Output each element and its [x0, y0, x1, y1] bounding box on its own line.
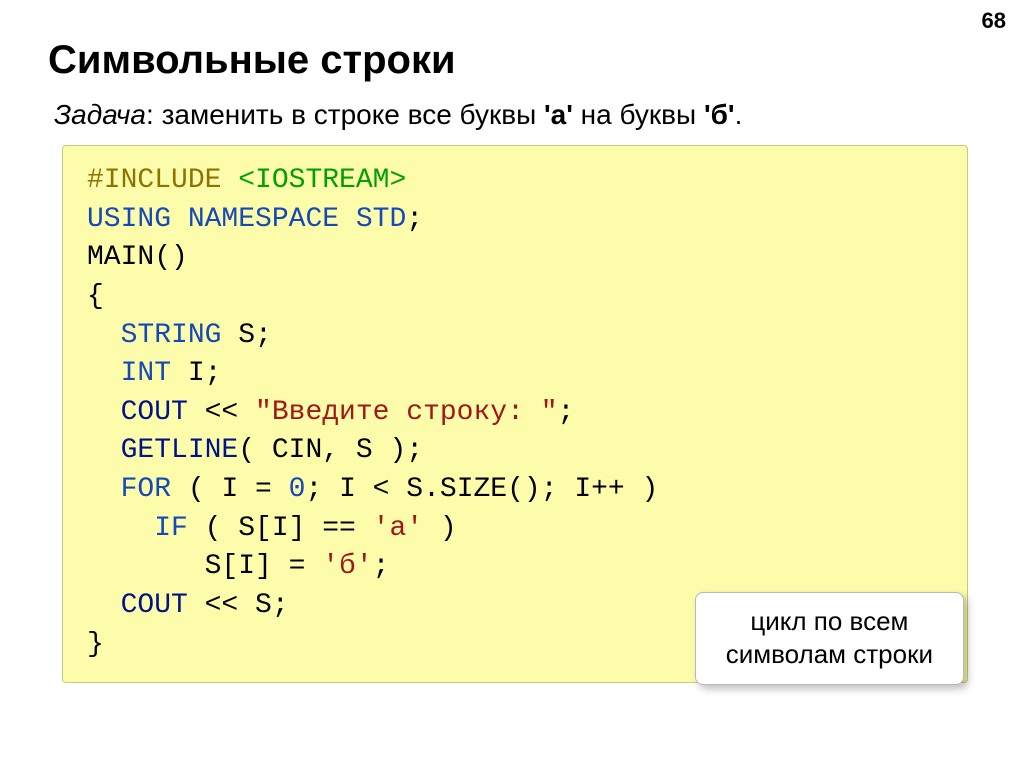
- code-zero: 0: [289, 474, 306, 505]
- code-main: MAIN(): [87, 242, 188, 273]
- code-char-b: 'б': [322, 551, 372, 582]
- task-label: Задача: [54, 99, 146, 130]
- code-namespace: NAMESPACE: [188, 204, 339, 235]
- code-open-brace: {: [87, 281, 104, 312]
- code-semi-2: ;: [558, 397, 575, 428]
- code-int-rest: I;: [171, 358, 221, 389]
- task-text-1: заменить в строке все буквы: [162, 99, 544, 130]
- code-iostream: <IOSTREAM>: [238, 165, 406, 196]
- code-for-a: ( I =: [171, 474, 289, 505]
- code-getline: GETLINE: [121, 435, 239, 466]
- code-for: FOR: [121, 474, 171, 505]
- code-cout-1: COUT: [121, 397, 188, 428]
- task-letter-a: 'а': [544, 99, 573, 130]
- code-semi-1: ;: [406, 204, 423, 235]
- page-title: Символьные строки: [48, 38, 976, 83]
- code-close-brace: }: [87, 629, 104, 660]
- code-assign-b: ;: [373, 551, 390, 582]
- code-include: #INCLUDE: [87, 165, 221, 196]
- code-cout-2-rest: << S;: [188, 590, 289, 621]
- code-string: STRING: [121, 320, 222, 351]
- code-for-b: ; I < S.SIZE(); I++ ): [305, 474, 658, 505]
- code-cout-2: COUT: [121, 590, 188, 621]
- task-letter-b: 'б': [704, 99, 735, 130]
- code-std: STD: [356, 204, 406, 235]
- annotation-bubble: цикл по всем символам строки: [695, 592, 964, 685]
- code-op-1: <<: [188, 397, 255, 428]
- code-assign-a: S[I] =: [205, 551, 323, 582]
- task-colon: :: [146, 99, 162, 130]
- code-if: IF: [154, 513, 188, 544]
- code-getline-rest: ( CIN, S );: [238, 435, 423, 466]
- code-string-literal: "Введите строку: ": [255, 397, 557, 428]
- task-text-2: на буквы: [573, 99, 704, 130]
- slide-content: Символьные строки Задача: заменить в стр…: [0, 0, 1024, 683]
- task-line: Задача: заменить в строке все буквы 'а' …: [48, 99, 976, 131]
- page-number: 68: [982, 8, 1006, 34]
- code-if-b: ): [423, 513, 457, 544]
- code-if-a: ( S[I] ==: [188, 513, 373, 544]
- code-char-a: 'а': [373, 513, 423, 544]
- code-int: INT: [121, 358, 171, 389]
- code-using: USING: [87, 204, 171, 235]
- task-period: .: [735, 99, 743, 130]
- annotation-line-1: цикл по всем: [726, 605, 933, 638]
- annotation-line-2: символам строки: [726, 638, 933, 671]
- code-string-rest: S;: [221, 320, 271, 351]
